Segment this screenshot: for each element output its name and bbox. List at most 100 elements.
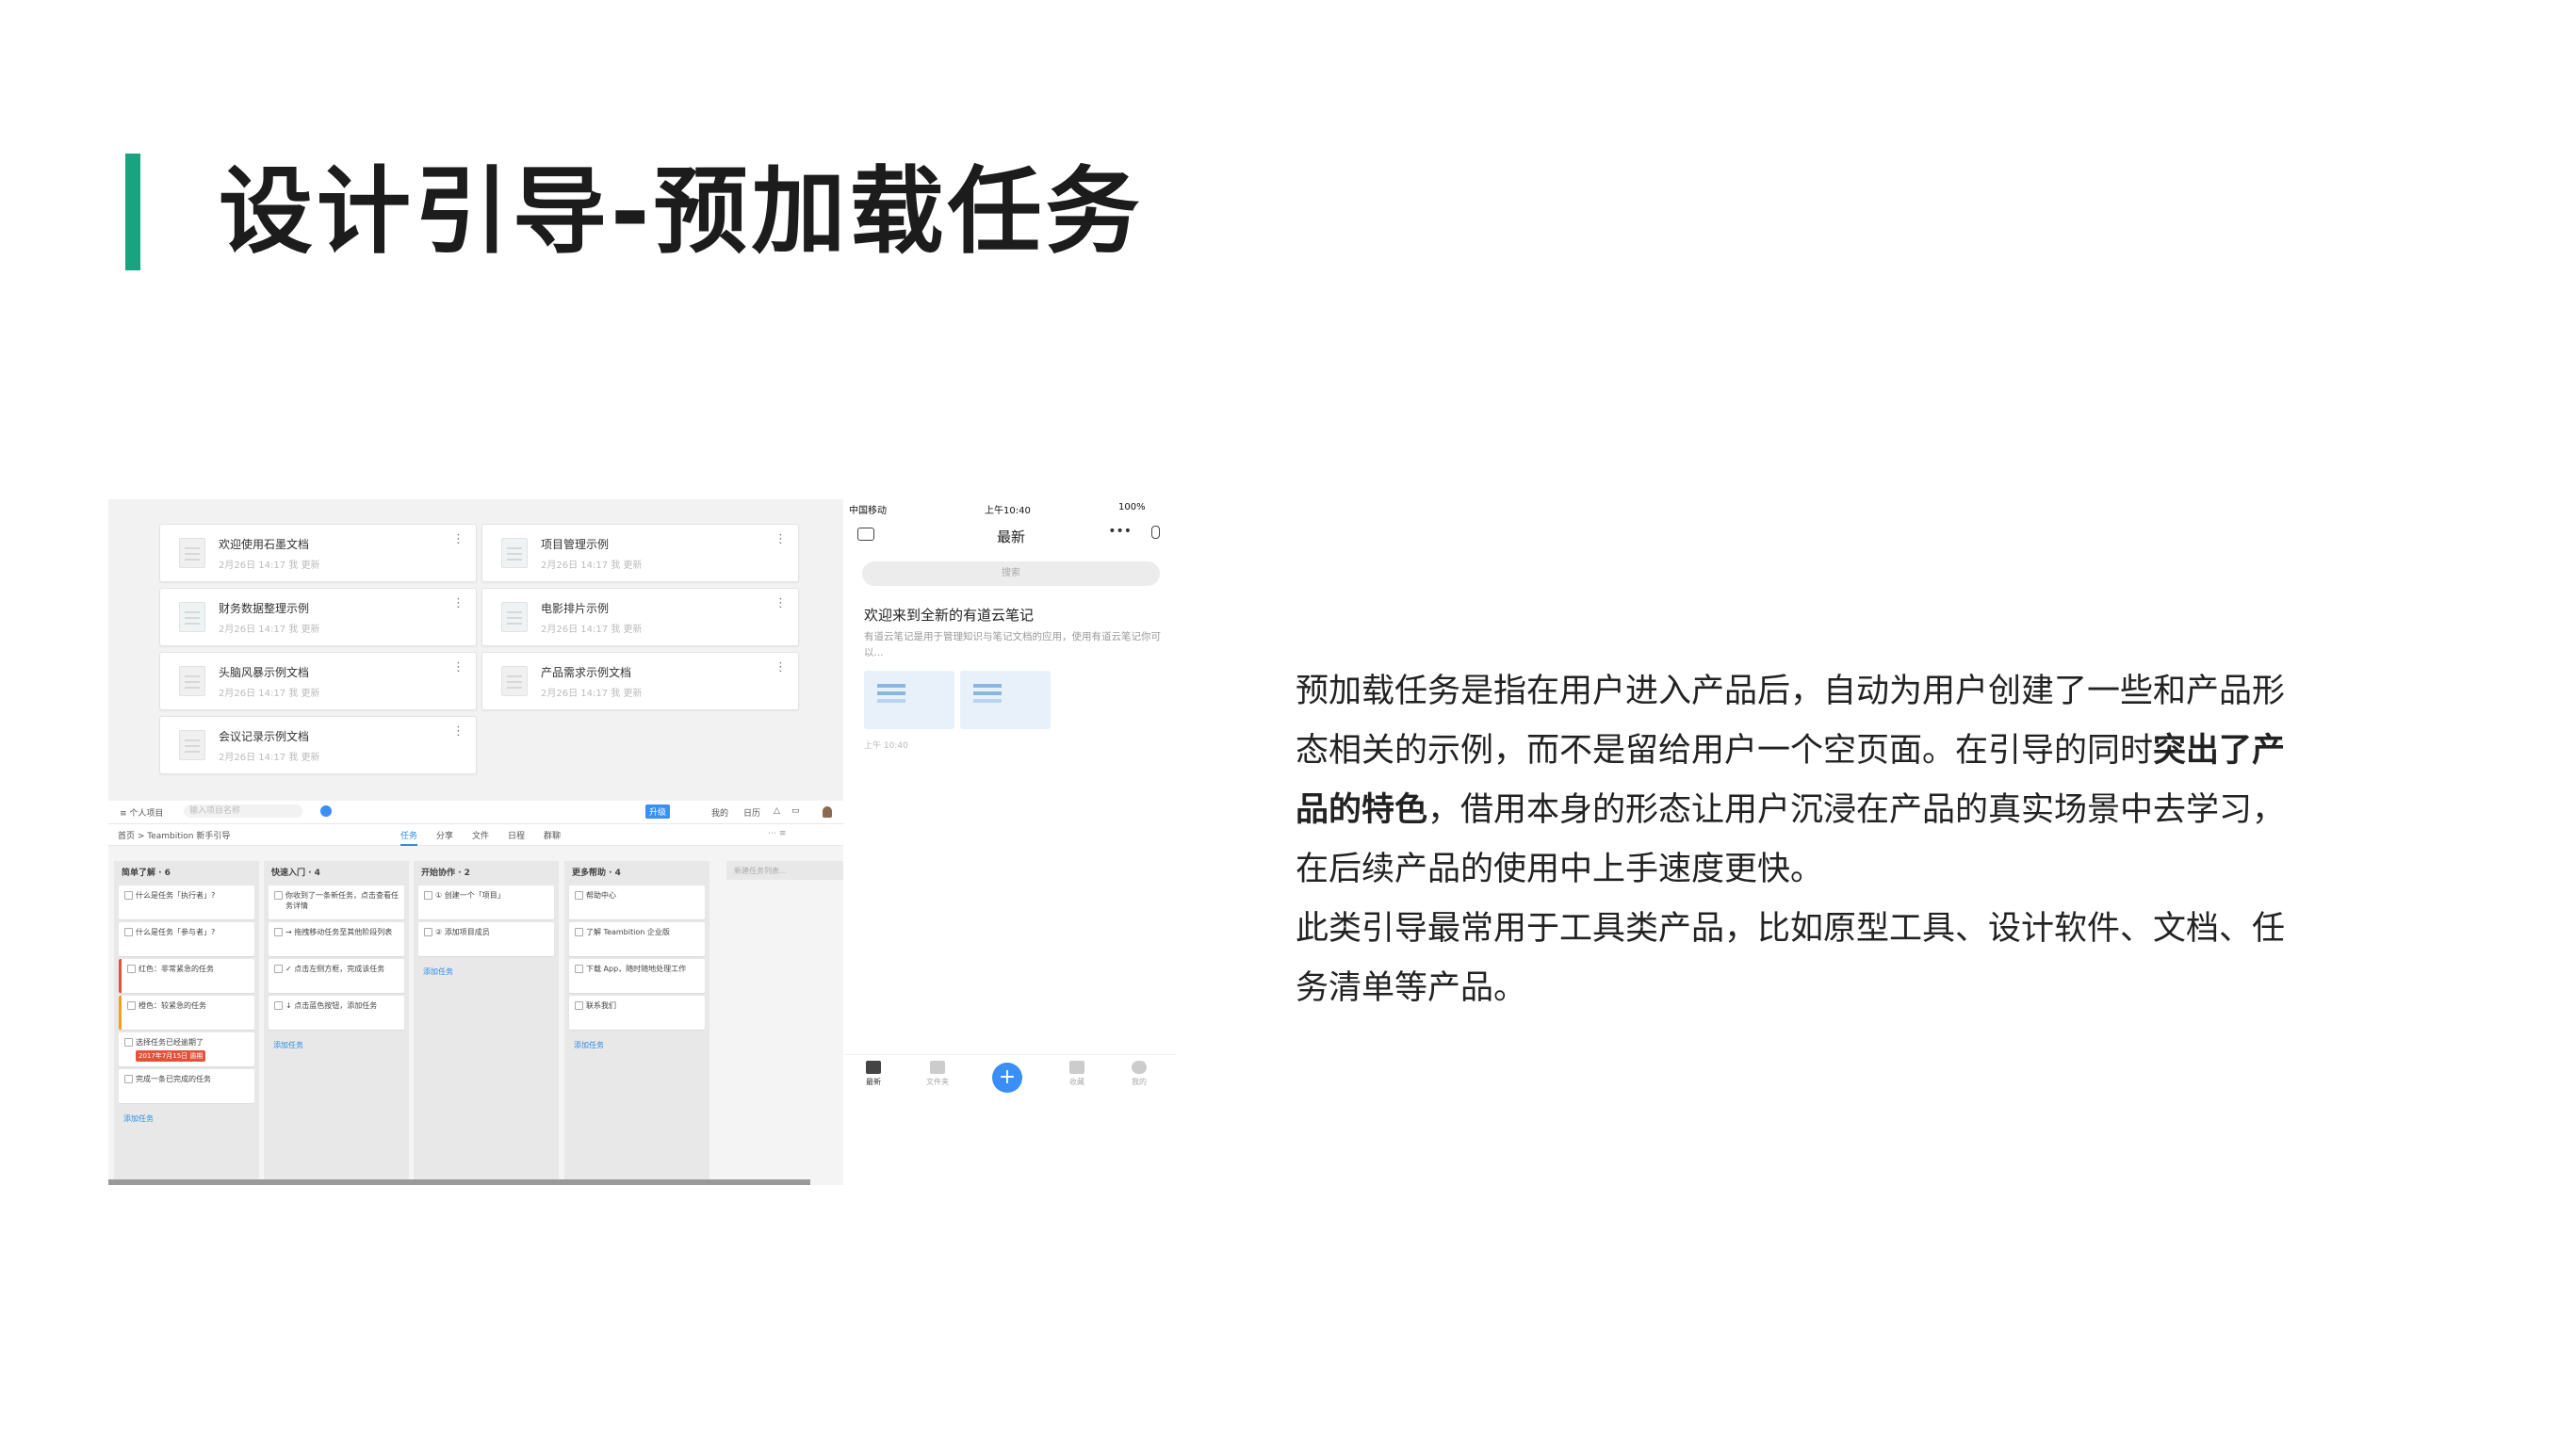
task-card[interactable]: ↓ 点击蓝色按钮，添加任务 [269, 996, 404, 1030]
task-card[interactable]: 什么是任务「执行者」? [119, 885, 254, 919]
search-input[interactable]: 搜索 [862, 561, 1160, 586]
new-column-button[interactable]: 新建任务列表... [726, 861, 843, 880]
add-task-button[interactable]: 添加任务 [414, 959, 559, 984]
column-title: 开始协作 · 2 [421, 869, 470, 878]
carrier-label: 中国移动 [849, 506, 887, 516]
add-task-button[interactable]: 添加任务 [264, 1032, 409, 1058]
more-options-icon[interactable]: ⋮ [774, 532, 787, 546]
table-icon [501, 602, 528, 632]
task-text: ② 添加项目成员 [435, 928, 490, 936]
task-card[interactable]: 下载 App，随时随地处理工作 [569, 959, 705, 993]
task-card[interactable]: 完成一条已完成的任务 [119, 1069, 254, 1103]
task-text: 完成一条已完成的任务 [136, 1075, 211, 1083]
task-card[interactable]: 红色：非常紧急的任务 [119, 959, 254, 993]
task-text: 了解 Teambition 企业版 [586, 928, 670, 936]
doc-meta: 2月26日 14:17 我 更新 [219, 689, 320, 699]
avatar[interactable] [823, 806, 832, 818]
task-text: 下载 App，随时随地处理工作 [586, 965, 687, 973]
tab-latest[interactable]: 最新 [855, 1061, 892, 1087]
user-icon [1132, 1061, 1147, 1074]
table-icon [179, 602, 205, 632]
doc-name: 会议记录示例文档 [219, 730, 310, 743]
doc-icon [179, 538, 205, 568]
tab-share[interactable]: 分享 [436, 829, 453, 841]
task-text: 红色：非常紧急的任务 [139, 965, 214, 973]
more-options-icon[interactable]: ⋮ [774, 660, 787, 674]
doc-card[interactable]: 项目管理示例 2月26日 14:17 我 更新 ⋮ [481, 524, 799, 582]
kanban-column: 快速入门 · 4 你收到了一条新任务，点击查看任务详情 → 拖拽移动任务至其他阶段列… [264, 861, 409, 1179]
task-card[interactable]: 选择任务已经逾期了 2017年7月15日 逾期 [119, 1032, 254, 1066]
task-text: 什么是任务「参与者」? [136, 928, 216, 936]
tab-tasks[interactable]: 任务 [400, 829, 418, 846]
task-card[interactable]: 了解 Teambition 企业版 [569, 922, 705, 956]
more-options-icon[interactable]: ⋮ [774, 596, 787, 610]
bell-icon[interactable]: △ [774, 806, 780, 816]
task-text: 橙色：较紧急的任务 [139, 1001, 206, 1010]
doc-meta: 2月26日 14:17 我 更新 [219, 561, 320, 571]
task-card[interactable]: 联系我们 [569, 996, 705, 1030]
add-task-button[interactable]: 添加任务 [114, 1106, 259, 1131]
doc-name: 头脑风暴示例文档 [219, 666, 310, 679]
column-title: 快速入门 · 4 [271, 869, 320, 878]
column-title: 简单了解 · 6 [122, 869, 171, 878]
doc-icon [179, 730, 205, 760]
note-title[interactable]: 欢迎来到全新的有道云笔记 [864, 605, 1034, 625]
task-card[interactable]: 你收到了一条新任务，点击查看任务详情 [269, 885, 404, 919]
more-icon[interactable]: ••• [1108, 524, 1132, 539]
more-options-icon[interactable]: ⋮ [452, 596, 465, 610]
doc-meta: 2月26日 14:17 我 更新 [219, 625, 320, 635]
kanban-column: 开始协作 · 2 ① 创建一个「项目」 ② 添加项目成员添加任务 [414, 861, 559, 1179]
doc-card[interactable]: 会议记录示例文档 2月26日 14:17 我 更新 ⋮ [159, 716, 477, 774]
folder-icon [930, 1061, 945, 1074]
kanban-column: 更多帮助 · 4 帮助中心 了解 Teambition 企业版 下载 App，随时随地… [564, 861, 709, 1179]
view-menu-icon[interactable]: ⋯ ≡ [768, 829, 786, 838]
breadcrumb: 首页 > Teambition 新手引导 [118, 832, 231, 841]
tab-schedule[interactable]: 日程 [508, 829, 525, 841]
note-description: 有道云笔记是用于管理知识与笔记文档的应用，使用有道云笔记你可以... [864, 631, 1161, 658]
table-icon [501, 538, 528, 568]
doc-card[interactable]: 欢迎使用石墨文档 2月26日 14:17 我 更新 ⋮ [159, 524, 477, 582]
add-task-button[interactable]: 添加任务 [564, 1032, 709, 1058]
project-menu[interactable]: ≡ 个人项目 [120, 806, 163, 819]
tab-favorites[interactable]: 收藏 [1058, 1061, 1096, 1087]
tab-chat[interactable]: 群聊 [544, 829, 561, 841]
task-card[interactable]: 帮助中心 [569, 885, 705, 919]
nav-mine[interactable]: 我的 [711, 806, 728, 819]
doc-card[interactable]: 产品需求示例文档 2月26日 14:17 我 更新 ⋮ [481, 652, 799, 710]
doc-card[interactable]: 财务数据整理示例 2月26日 14:17 我 更新 ⋮ [159, 588, 477, 646]
add-project-button[interactable] [320, 805, 332, 817]
kanban-screenshot: ≡ 个人项目 输入项目名称 升级 我的 日历 △ ▭ 首页 > Teambiti… [108, 801, 843, 1185]
tab-files[interactable]: 文件 [472, 829, 489, 841]
latest-icon [866, 1061, 881, 1074]
task-text: ↓ 点击蓝色按钮，添加任务 [285, 1001, 378, 1010]
status-bar: 中国移动 上午10:40 100% [845, 499, 1177, 516]
phone-screenshot: 中国移动 上午10:40 100% 最新 ••• 搜索 欢迎来到全新的有道云笔记… [845, 499, 1177, 1097]
message-icon[interactable]: ▭ [791, 806, 800, 816]
nav-calendar[interactable]: 日历 [743, 806, 760, 819]
tab-me[interactable]: 我的 [1120, 1061, 1158, 1087]
microphone-icon[interactable] [1151, 526, 1160, 539]
add-note-button[interactable]: + [992, 1063, 1022, 1093]
upgrade-button[interactable]: 升级 [645, 804, 671, 819]
task-card[interactable]: ✓ 点击左侧方框，完成该任务 [269, 959, 404, 993]
tab-folders[interactable]: 文件夹 [919, 1061, 956, 1087]
doc-card[interactable]: 电影排片示例 2月26日 14:17 我 更新 ⋮ [481, 588, 799, 646]
more-options-icon[interactable]: ⋮ [452, 724, 465, 739]
task-card[interactable]: → 拖拽移动任务至其他阶段列表 [269, 922, 404, 956]
doc-icon [179, 666, 205, 696]
more-options-icon[interactable]: ⋮ [452, 660, 465, 674]
horizontal-scrollbar[interactable] [108, 1179, 810, 1185]
doc-meta: 2月26日 14:17 我 更新 [219, 753, 320, 763]
task-text: 联系我们 [586, 1001, 616, 1010]
doc-icon [501, 666, 528, 696]
docs-screenshot: 欢迎使用石墨文档 2月26日 14:17 我 更新 ⋮ 项目管理示例 2月26日 14:… [108, 499, 843, 801]
doc-card[interactable]: 头脑风暴示例文档 2月26日 14:17 我 更新 ⋮ [159, 652, 477, 710]
task-card[interactable]: ① 创建一个「项目」 [418, 885, 554, 919]
task-card[interactable]: 什么是任务「参与者」? [119, 922, 254, 956]
more-options-icon[interactable]: ⋮ [452, 532, 465, 546]
kanban-topbar: ≡ 个人项目 输入项目名称 升级 我的 日历 △ ▭ [108, 801, 843, 824]
task-card[interactable]: 橙色：较紧急的任务 [119, 996, 254, 1030]
battery-label: 100% [1118, 502, 1146, 512]
task-card[interactable]: ② 添加项目成员 [418, 922, 554, 956]
project-search-input[interactable]: 输入项目名称 [184, 804, 302, 818]
